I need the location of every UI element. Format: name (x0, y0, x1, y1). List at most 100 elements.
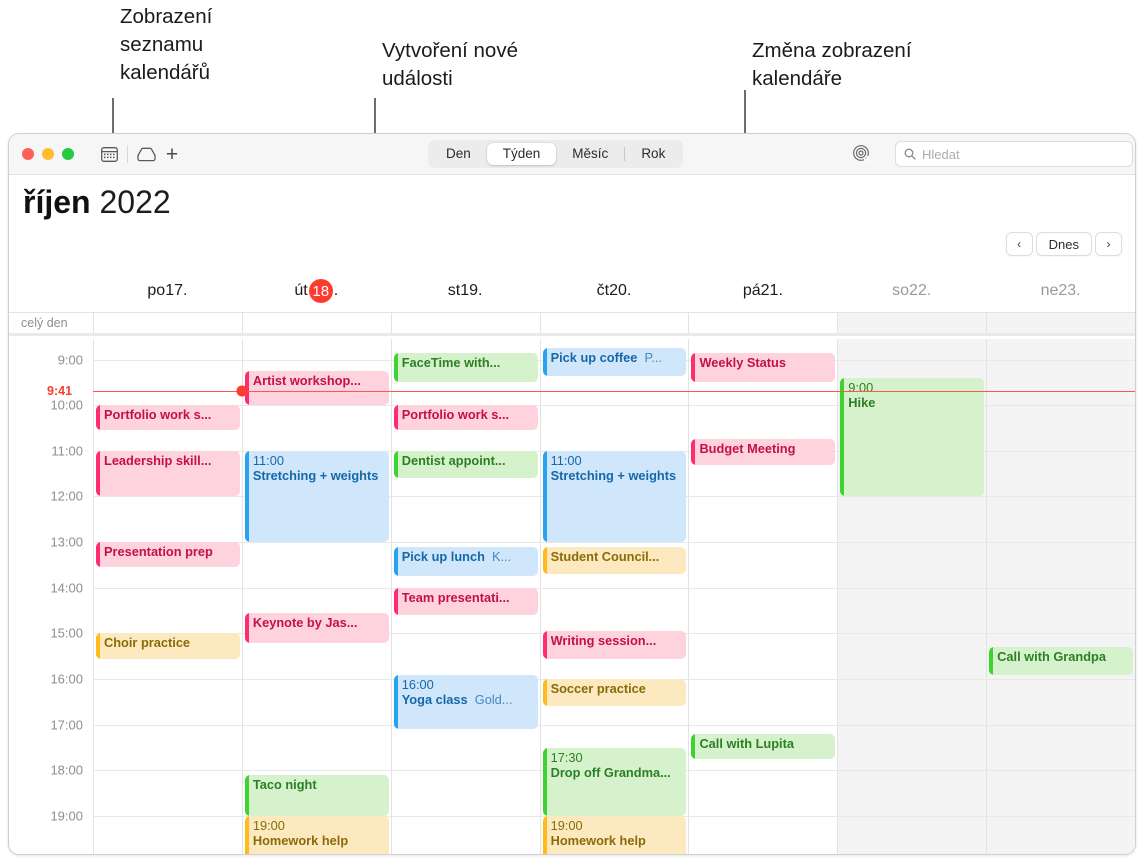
calendar-event[interactable]: 17:30 Drop off Grandma... (542, 747, 687, 817)
calendar-event[interactable]: 19:00 Homework help (542, 816, 687, 854)
event-time: 9:00 (848, 379, 874, 395)
day-column-0[interactable]: Portfolio work s... Leadership skill... Pr… (93, 339, 242, 854)
event-time: 19:00 (252, 818, 285, 834)
calendar-event[interactable]: 11:00 Stretching + weights (244, 450, 389, 543)
event-title: Artist workshop... (252, 372, 361, 388)
hour-label-13-00: 13:00 (50, 534, 83, 550)
calendar-event[interactable]: Team presentati... (393, 587, 538, 616)
event-title: Call with Lupita (699, 735, 794, 751)
calendar-event[interactable]: Presentation prep (96, 542, 240, 568)
today-button[interactable]: Dnes (1035, 232, 1092, 256)
all-day-cell-3[interactable] (539, 313, 689, 333)
day-header-number: 20. (609, 282, 632, 299)
calendar-event[interactable]: 16:00 Yoga class Gold... (393, 674, 538, 730)
calendar-event[interactable]: Budget Meeting (691, 439, 836, 465)
day-header-dow: po (147, 282, 166, 299)
calendar-event[interactable]: Taco night (244, 774, 389, 817)
event-color-bar (542, 546, 547, 575)
event-title: Soccer practice (550, 681, 646, 697)
calendar-window: + Den Týden Měsíc Rok Hledat říjen 2022 … (8, 133, 1136, 855)
calendar-event[interactable]: Pick up coffee P... (542, 348, 687, 376)
calendar-event[interactable]: Portfolio work s... (393, 405, 538, 431)
event-title: Leadership skill... (104, 452, 212, 468)
day-column-3[interactable]: Pick up coffee P... 11:00 Stretching + wei… (539, 339, 689, 854)
day-header-dow: čt (596, 282, 610, 299)
calendar-event[interactable]: Writing session... (542, 631, 687, 659)
hour-label-10-00: 10:00 (50, 397, 83, 413)
calendar-icon[interactable] (96, 143, 122, 165)
hour-label-19-00: 19:00 (50, 808, 83, 824)
event-color-bar (393, 587, 398, 616)
inbox-tray-icon[interactable] (133, 143, 159, 165)
minimize-button[interactable] (42, 148, 54, 160)
event-title: Pick up coffee P... (550, 350, 663, 366)
event-color-bar (542, 631, 547, 659)
previous-week-button[interactable]: ‹ (1005, 232, 1033, 256)
event-color-bar (542, 816, 547, 854)
next-week-button[interactable]: › (1095, 232, 1122, 256)
view-tab-year[interactable]: Rok (625, 143, 681, 165)
calendar-event[interactable]: FaceTime with... (393, 352, 538, 383)
calendar-event[interactable]: Portfolio work s... (96, 405, 240, 431)
event-location: Gold... (467, 691, 513, 707)
day-column-5[interactable]: 9:00 Hike (837, 339, 987, 854)
day-header-4[interactable]: pá 21. (688, 276, 837, 306)
all-day-cell-0[interactable] (93, 313, 242, 333)
calendar-event[interactable]: 19:00 Homework help (244, 816, 389, 854)
day-header-3[interactable]: čt 20. (540, 276, 689, 306)
day-header-5[interactable]: so 22. (837, 276, 986, 306)
calendar-event[interactable]: Dentist appoint... (393, 450, 538, 479)
day-header-6[interactable]: ne 23. (986, 276, 1135, 306)
view-tab-month[interactable]: Měsíc (556, 143, 624, 165)
add-event-button[interactable]: + (159, 144, 185, 165)
event-color-bar (542, 679, 547, 707)
calendar-event[interactable]: 9:00 Hike (840, 377, 985, 497)
week-grid[interactable]: 9:00 10:00 11:00 12:00 13:00 14:00 15:00 16:00 1… (9, 339, 1135, 854)
search-field[interactable]: Hledat (895, 141, 1133, 167)
calendar-event[interactable]: Keynote by Jas... (244, 612, 389, 643)
calendar-event[interactable]: Artist workshop... (244, 370, 389, 406)
day-header-2[interactable]: st 19. (391, 276, 540, 306)
day-header-0[interactable]: po 17. (93, 276, 242, 306)
date-navigation[interactable]: ‹ Dnes › (1005, 232, 1122, 256)
event-title: FaceTime with... (401, 354, 501, 370)
day-column-6[interactable]: Call with Grandpa (986, 339, 1135, 854)
all-day-label: celý den (21, 316, 68, 330)
all-day-cell-1[interactable] (241, 313, 391, 333)
calendar-event[interactable]: Leadership skill... (96, 450, 240, 497)
all-day-cell-6[interactable] (986, 313, 1135, 333)
close-button[interactable] (22, 148, 34, 160)
hour-label-14-00: 14:00 (50, 580, 83, 596)
page-title: říjen 2022 (23, 184, 171, 221)
day-column-2[interactable]: FaceTime with... Portfolio work s... Denti… (390, 339, 540, 854)
share-icon[interactable] (852, 144, 870, 167)
all-day-cell-5[interactable] (837, 313, 987, 333)
traffic-lights[interactable] (22, 148, 74, 160)
hour-label-9-00: 9:00 (57, 352, 83, 368)
event-time: 11:00 (252, 452, 284, 468)
calendar-event[interactable]: Call with Lupita (691, 733, 836, 759)
calendar-event[interactable]: Pick up lunch K... (393, 546, 538, 577)
calendar-event[interactable]: Student Council... (542, 546, 687, 575)
day-column-4[interactable]: Weekly Status Budget Meeting Call with Lup… (688, 339, 837, 854)
view-segmented-control[interactable]: Den Týden Měsíc Rok (428, 140, 684, 168)
calendar-event[interactable]: Choir practice (96, 633, 240, 659)
event-location: P... (637, 350, 663, 366)
day-header-number: 17. (165, 282, 188, 299)
all-day-cell-4[interactable] (688, 313, 837, 333)
search-placeholder: Hledat (922, 146, 960, 162)
event-color-bar (691, 352, 696, 383)
day-header-1[interactable]: út 18. (242, 276, 391, 306)
day-header-dow: út (294, 282, 308, 299)
calendar-event[interactable]: 11:00 Stretching + weights (542, 450, 687, 543)
zoom-button[interactable] (62, 148, 74, 160)
calendar-event[interactable]: Call with Grandpa (989, 647, 1134, 675)
calendar-event[interactable]: Weekly Status (691, 352, 836, 383)
day-columns[interactable]: Portfolio work s... Leadership skill... Pr… (93, 339, 1135, 854)
day-column-1[interactable]: Artist workshop... 11:00 Stretching + weig… (241, 339, 391, 854)
view-tab-day[interactable]: Den (430, 143, 487, 165)
view-tab-week[interactable]: Týden (486, 143, 557, 165)
all-day-cell-2[interactable] (390, 313, 540, 333)
calendar-event[interactable]: Soccer practice (542, 679, 687, 707)
event-title: Weekly Status (699, 354, 786, 370)
